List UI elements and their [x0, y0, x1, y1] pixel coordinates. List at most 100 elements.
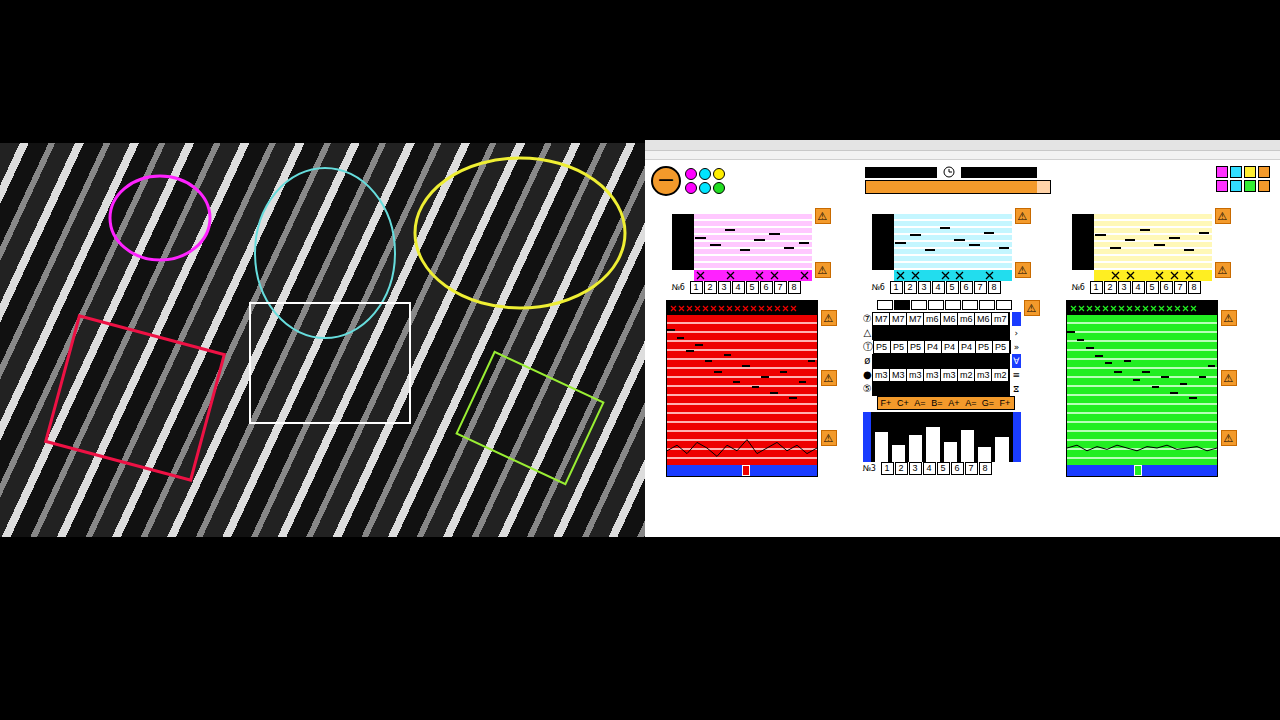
chord-side-button[interactable] [1012, 312, 1020, 326]
note[interactable] [1110, 247, 1121, 249]
toggle-button[interactable] [1244, 166, 1256, 178]
warning-icon[interactable]: ⚠ [1015, 262, 1031, 278]
note[interactable] [724, 354, 732, 356]
toggle-button[interactable] [1230, 180, 1242, 192]
chord-slot[interactable] [962, 300, 978, 310]
voice-dot[interactable] [685, 168, 697, 180]
chord-cell[interactable]: P5 [908, 341, 924, 353]
range-block[interactable] [872, 214, 894, 270]
chord-cell[interactable]: P5 [976, 341, 992, 353]
note[interactable] [1125, 239, 1136, 241]
chord-cell[interactable]: m6 [924, 313, 940, 325]
chord-cell[interactable] [890, 383, 906, 395]
chord-cell[interactable] [890, 327, 906, 339]
gate[interactable] [782, 270, 797, 281]
note[interactable] [940, 227, 951, 229]
step-button[interactable]: 4 [923, 462, 936, 475]
note[interactable] [954, 239, 965, 241]
chord-cell[interactable]: M7 [907, 313, 923, 325]
gate[interactable] [1167, 270, 1182, 281]
note[interactable] [895, 242, 906, 244]
note[interactable] [1161, 376, 1169, 378]
step-button[interactable]: 2 [895, 462, 908, 475]
step-button[interactable]: 4 [732, 281, 745, 294]
note[interactable] [740, 249, 751, 251]
gate[interactable] [797, 270, 812, 281]
warning-icon[interactable]: ⚠ [1221, 370, 1237, 386]
step-button[interactable]: 3 [909, 462, 922, 475]
play-button[interactable] [961, 167, 1037, 178]
gate[interactable] [767, 270, 782, 281]
note[interactable] [1124, 360, 1132, 362]
note[interactable] [1086, 347, 1094, 349]
chord-cell[interactable]: M6 [975, 313, 991, 325]
chord-cell[interactable]: M3 [890, 369, 906, 381]
playhead-track[interactable] [1067, 465, 1217, 476]
warning-icon[interactable]: ⚠ [1024, 300, 1040, 316]
chord-cell[interactable] [873, 327, 889, 339]
gate[interactable] [997, 270, 1012, 281]
chord-cell[interactable] [907, 355, 923, 367]
warning-icon[interactable]: ⚠ [1215, 208, 1231, 224]
chord-cell[interactable] [907, 327, 923, 339]
note[interactable] [784, 247, 795, 249]
lead-plot[interactable] [667, 315, 817, 465]
warning-icon[interactable]: ⚠ [815, 262, 831, 278]
note[interactable] [780, 371, 788, 373]
warning-icon[interactable]: ⚠ [821, 310, 837, 326]
step-button[interactable]: 5 [1146, 281, 1159, 294]
pitch-plot[interactable] [694, 214, 812, 270]
chord-cell[interactable]: M7 [890, 313, 906, 325]
warning-icon[interactable]: ⚠ [1221, 430, 1237, 446]
chord-cell[interactable] [873, 383, 889, 395]
chord-cell[interactable] [907, 383, 923, 395]
step-button[interactable]: 7 [974, 281, 987, 294]
chord-slot[interactable] [996, 300, 1012, 310]
bar[interactable] [961, 430, 974, 463]
chord-cell[interactable] [975, 355, 991, 367]
step-button[interactable]: 2 [704, 281, 717, 294]
chord-slot[interactable] [945, 300, 961, 310]
chord-symbol[interactable]: Ⓣ [863, 340, 873, 354]
step-button[interactable]: 6 [951, 462, 964, 475]
step-button[interactable]: 1 [890, 281, 903, 294]
gate[interactable] [1138, 270, 1153, 281]
chord-cell[interactable] [958, 355, 974, 367]
note[interactable] [714, 371, 722, 373]
note[interactable] [710, 244, 721, 246]
step-button[interactable]: 4 [932, 281, 945, 294]
bar[interactable] [926, 427, 939, 462]
note[interactable] [925, 249, 936, 251]
step-button[interactable]: 8 [979, 462, 992, 475]
chord-side-button[interactable]: › [1012, 326, 1020, 340]
toggle-button[interactable] [1230, 166, 1242, 178]
chord-symbol[interactable]: ⑦ [863, 312, 873, 326]
note[interactable] [695, 237, 706, 239]
gate-row[interactable] [894, 270, 1012, 281]
stop-button[interactable]: − [651, 166, 681, 196]
note[interactable] [999, 247, 1010, 249]
gate[interactable] [1108, 270, 1123, 281]
note[interactable] [1114, 371, 1122, 373]
chord-cell[interactable]: m2 [992, 369, 1008, 381]
chord-side-button[interactable]: ∀ [1012, 354, 1020, 368]
note[interactable] [686, 350, 694, 352]
chord-cell[interactable] [958, 383, 974, 395]
gate[interactable] [1123, 270, 1138, 281]
warning-icon[interactable]: ⚠ [1221, 310, 1237, 326]
gate[interactable] [753, 270, 768, 281]
gate[interactable] [723, 270, 738, 281]
step-button[interactable]: 8 [1188, 281, 1201, 294]
gate[interactable] [908, 270, 923, 281]
step-button[interactable]: 6 [760, 281, 773, 294]
voice-dot[interactable] [713, 168, 725, 180]
chord-cell[interactable] [941, 327, 957, 339]
note[interactable] [754, 239, 765, 241]
root-cell[interactable]: G= [980, 397, 997, 409]
chord-cell[interactable]: m3 [907, 369, 923, 381]
step-button[interactable]: 3 [1118, 281, 1131, 294]
note[interactable] [733, 381, 741, 383]
note[interactable] [1199, 376, 1207, 378]
chord-cell[interactable]: m2 [958, 369, 974, 381]
gate[interactable] [982, 270, 997, 281]
